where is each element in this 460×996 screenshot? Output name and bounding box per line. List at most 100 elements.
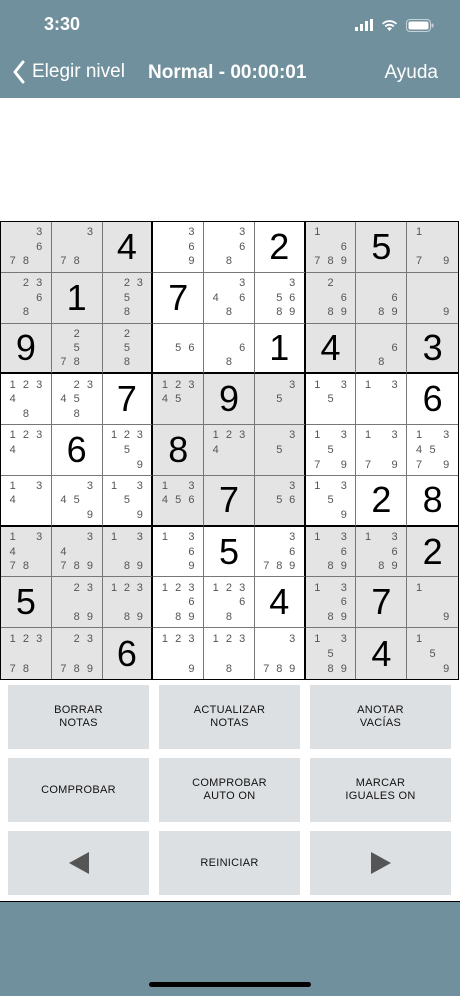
sudoku-cell[interactable]: 1 359 bbox=[305, 475, 357, 527]
sudoku-cell[interactable]: 235 8 bbox=[102, 272, 154, 324]
sudoku-cell[interactable]: 356 bbox=[254, 475, 306, 527]
check-auto-button[interactable]: COMPROBAR AUTO ON bbox=[159, 758, 300, 822]
cell-note: 4 bbox=[161, 494, 169, 507]
sudoku-cell[interactable]: 2 bbox=[356, 475, 408, 527]
sudoku-cell[interactable]: 123 48 bbox=[1, 374, 52, 426]
sudoku-cell[interactable]: 13 bbox=[356, 374, 408, 426]
cell-notes: 19 bbox=[412, 580, 453, 624]
sudoku-cell[interactable]: 23 458 bbox=[51, 374, 103, 426]
sudoku-cell[interactable]: 8 bbox=[153, 425, 205, 476]
sudoku-cell[interactable]: 36 78 bbox=[1, 222, 52, 273]
check-button[interactable]: COMPROBAR bbox=[8, 758, 149, 822]
sudoku-cell[interactable]: 3 bbox=[407, 323, 458, 375]
sudoku-cell[interactable]: 36 9 bbox=[153, 222, 205, 273]
sudoku-cell[interactable]: 8 bbox=[407, 476, 458, 527]
sudoku-cell[interactable]: 123 78 bbox=[1, 628, 52, 679]
sudoku-cell[interactable]: 68 bbox=[356, 323, 408, 375]
sudoku-cell[interactable]: 689 bbox=[356, 272, 408, 324]
sudoku-cell[interactable]: 123 89 bbox=[102, 577, 154, 629]
sudoku-cell[interactable]: 68 bbox=[204, 323, 255, 375]
sudoku-cell[interactable]: 7 bbox=[356, 577, 408, 629]
home-indicator[interactable] bbox=[149, 982, 311, 987]
sudoku-cell[interactable]: 7 bbox=[204, 475, 255, 527]
sudoku-cell[interactable]: 1 3 6 9 bbox=[153, 526, 205, 578]
sudoku-cell[interactable]: 2578 bbox=[51, 323, 103, 375]
mark-same-button[interactable]: MARCAR IGUALES ON bbox=[310, 758, 451, 822]
sudoku-cell[interactable]: 123 689 bbox=[153, 577, 205, 629]
sudoku-cell[interactable]: 1 3 689 bbox=[305, 526, 357, 578]
sudoku-cell[interactable]: 1 3 689 bbox=[356, 526, 408, 578]
sudoku-cell[interactable]: 1 3 456 bbox=[153, 475, 205, 527]
sudoku-cell[interactable]: 1 3 89 bbox=[102, 526, 154, 578]
sudoku-cell[interactable]: 1 3 457 9 bbox=[407, 425, 458, 476]
next-button[interactable] bbox=[310, 831, 451, 895]
sudoku-cell[interactable]: 1 6 789 bbox=[305, 222, 357, 273]
sudoku-cell[interactable]: 9 bbox=[407, 272, 458, 324]
cell-note: 7 bbox=[60, 560, 67, 573]
cell-note-empty bbox=[324, 377, 337, 392]
sudoku-cell[interactable]: 2689 bbox=[305, 272, 357, 324]
sudoku-cell[interactable]: 23 789 bbox=[51, 628, 103, 679]
sudoku-cell[interactable]: 7 bbox=[153, 272, 205, 324]
sudoku-cell[interactable]: 1 3 7 9 bbox=[356, 425, 408, 476]
sudoku-cell[interactable]: 1 3 4 bbox=[1, 475, 52, 527]
sudoku-cell[interactable]: 123 9 bbox=[153, 628, 205, 679]
sudoku-cell[interactable]: 4 bbox=[102, 222, 154, 273]
sudoku-cell[interactable]: 3 789 bbox=[255, 628, 306, 679]
sudoku-cell[interactable]: 35 bbox=[254, 374, 306, 426]
previous-button[interactable] bbox=[8, 831, 149, 895]
sudoku-cell[interactable]: 123 4 bbox=[1, 425, 52, 476]
sudoku-cell[interactable]: 25 8 bbox=[102, 323, 154, 375]
cell-note-empty bbox=[324, 290, 337, 305]
restart-button[interactable]: REINICIAR bbox=[159, 831, 300, 895]
sudoku-cell[interactable]: 1 357 9 bbox=[305, 425, 357, 476]
sudoku-cell[interactable]: 123 45 bbox=[153, 374, 205, 426]
sudoku-cell[interactable]: 1 3 689 bbox=[305, 577, 357, 629]
note-empty-button[interactable]: ANOTAR VACÍAS bbox=[310, 685, 451, 749]
sudoku-cell[interactable]: 35 bbox=[254, 425, 306, 476]
sudoku-cell[interactable]: 3 4 68 bbox=[204, 272, 255, 324]
back-button[interactable]: Elegir nivel bbox=[12, 60, 125, 84]
sudoku-cell[interactable]: 3 78 bbox=[51, 222, 103, 273]
sudoku-cell[interactable]: 123 4 bbox=[204, 425, 255, 476]
sudoku-cell[interactable]: 368 bbox=[204, 222, 255, 273]
erase-notes-button[interactable]: BORRAR NOTAS bbox=[8, 685, 149, 749]
sudoku-cell[interactable]: 6 bbox=[407, 374, 458, 426]
sudoku-cell[interactable]: 123 8 bbox=[204, 628, 255, 679]
sudoku-cell[interactable]: 1 bbox=[254, 323, 306, 375]
sudoku-cell[interactable]: 2 bbox=[407, 526, 458, 578]
sudoku-cell[interactable]: 1 bbox=[51, 272, 103, 324]
cell-note-empty bbox=[133, 341, 146, 355]
sudoku-cell[interactable]: 4 bbox=[254, 577, 306, 629]
sudoku-cell[interactable]: 4 bbox=[305, 323, 357, 375]
sudoku-cell[interactable]: 1 7 9 bbox=[407, 222, 458, 273]
sudoku-cell[interactable]: 3 6 789 bbox=[254, 526, 306, 578]
sudoku-cell[interactable]: 2 bbox=[254, 222, 306, 273]
sudoku-cell[interactable]: 6 bbox=[102, 628, 154, 679]
update-notes-button[interactable]: ACTUALIZAR NOTAS bbox=[159, 685, 300, 749]
sudoku-cell[interactable]: 5 bbox=[356, 222, 408, 273]
sudoku-cell[interactable]: 3 4 789 bbox=[51, 526, 103, 578]
sudoku-cell[interactable]: 159 bbox=[407, 628, 458, 679]
sudoku-cell[interactable]: 1 35 89 bbox=[305, 628, 357, 679]
sudoku-cell[interactable]: 19 bbox=[407, 577, 458, 629]
sudoku-cell[interactable]: 123 68 bbox=[204, 577, 255, 629]
sudoku-cell[interactable]: 5 bbox=[1, 577, 52, 629]
sudoku-cell[interactable]: 1 359 bbox=[102, 475, 154, 527]
sudoku-cell[interactable]: 1 35 bbox=[305, 374, 357, 426]
sudoku-cell[interactable]: 4 bbox=[356, 628, 408, 679]
sudoku-cell[interactable]: 56 bbox=[153, 323, 205, 375]
cell-note: 1 bbox=[161, 581, 169, 594]
sudoku-cell[interactable]: 1 3 4 78 bbox=[1, 526, 52, 578]
sudoku-cell[interactable]: 9 bbox=[1, 323, 52, 375]
sudoku-cell[interactable]: 7 bbox=[102, 374, 154, 426]
sudoku-cell[interactable]: 6 bbox=[51, 425, 103, 476]
sudoku-cell[interactable]: 23 89 bbox=[51, 577, 103, 629]
sudoku-cell[interactable]: 5 bbox=[204, 526, 255, 578]
sudoku-cell[interactable]: 2368 bbox=[1, 272, 52, 324]
sudoku-cell[interactable]: 35689 bbox=[254, 272, 306, 324]
sudoku-cell[interactable]: 3 459 bbox=[51, 475, 103, 527]
sudoku-cell[interactable]: 9 bbox=[204, 374, 255, 426]
sudoku-cell[interactable]: 12359 bbox=[102, 425, 154, 476]
help-button[interactable]: Ayuda bbox=[384, 62, 438, 84]
